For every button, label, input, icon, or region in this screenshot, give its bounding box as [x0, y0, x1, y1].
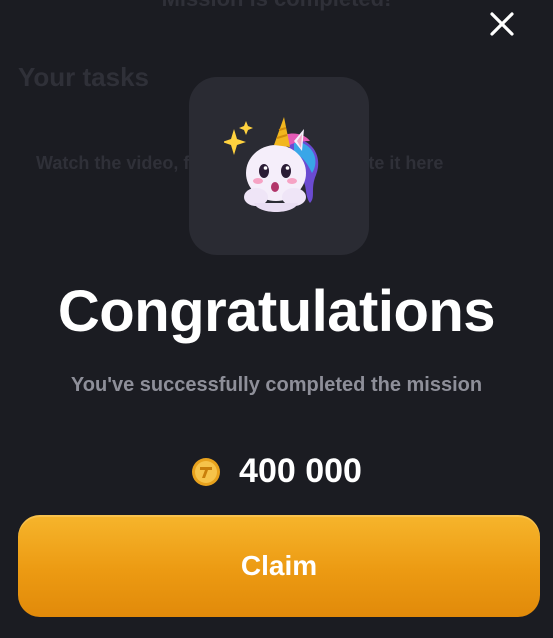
unicorn-emoji-icon — [224, 117, 319, 212]
mission-complete-screen: Mission is completed! Your tasks Watch t… — [0, 0, 553, 638]
reward-row: 400 000 — [0, 452, 553, 491]
background-title: Mission is completed! — [0, 0, 553, 12]
mission-complete-message: You've successfully completed the missio… — [70, 374, 483, 396]
close-button[interactable] — [484, 6, 520, 42]
close-icon — [490, 12, 514, 36]
reward-icon-tile — [189, 77, 369, 255]
claim-button[interactable]: Claim — [18, 515, 540, 617]
gold-coin-icon — [192, 457, 221, 486]
background-section-heading: Your tasks — [18, 62, 150, 92]
congratulations-heading: Congratulations — [57, 279, 496, 344]
reward-amount: 400 000 — [239, 452, 362, 490]
claim-button-label: Claim — [240, 550, 318, 581]
